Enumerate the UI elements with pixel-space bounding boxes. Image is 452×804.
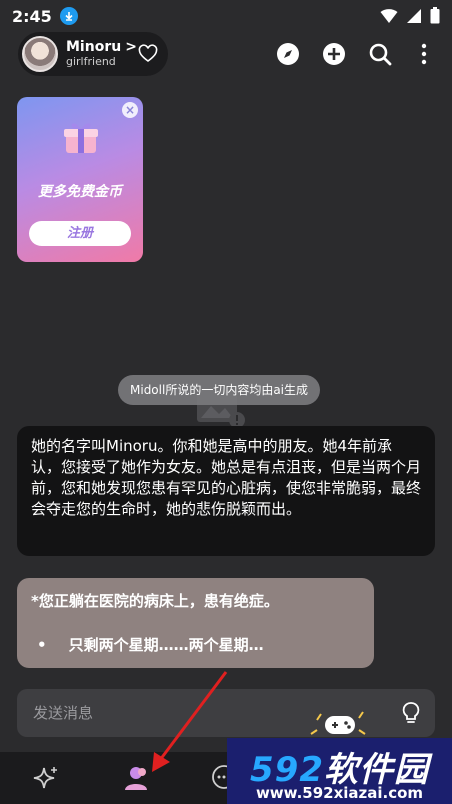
heart-icon[interactable] xyxy=(138,44,158,64)
status-icons xyxy=(380,7,440,24)
gift-icon xyxy=(64,123,98,153)
character-message-bubble: *您正躺在医院的病床上，患有绝症。 • 只剩两个星期……两个星期… xyxy=(17,578,374,668)
chat-header: Minoru > girlfriend xyxy=(0,32,452,78)
sparkle-icon[interactable] xyxy=(32,764,60,792)
search-icon[interactable] xyxy=(368,42,392,66)
more-icon[interactable] xyxy=(412,42,436,66)
site-watermark: 592软件园 www.592xiazai.com xyxy=(227,738,452,804)
chevron-right-icon: > xyxy=(125,39,137,56)
battery-icon xyxy=(430,7,440,24)
watermark-url: www.592xiazai.com xyxy=(255,784,424,802)
message-input-placeholder: 发送消息 xyxy=(33,704,94,722)
close-icon[interactable]: × xyxy=(122,102,138,118)
character-name-label: Minoru xyxy=(66,39,122,56)
wifi-icon xyxy=(380,8,398,23)
status-bar: 2:45 xyxy=(0,0,452,32)
status-time: 2:45 xyxy=(12,6,52,26)
message-list-item: • 只剩两个星期……两个星期… xyxy=(31,634,360,656)
signal-icon xyxy=(407,8,421,23)
download-icon xyxy=(59,7,78,25)
lightbulb-icon[interactable] xyxy=(401,701,421,725)
profile-text: Minoru > girlfriend xyxy=(66,39,137,68)
message-line: *您正躺在医院的病床上，患有绝症。 xyxy=(31,592,279,610)
narration-message: 她的名字叫Minoru。你和她是高中的朋友。她4年前承认，您接受了她作为女友。她… xyxy=(17,426,435,556)
character-subtitle: girlfriend xyxy=(66,54,116,68)
message-line: 只剩两个星期……两个星期… xyxy=(68,636,264,654)
bullet: • xyxy=(37,636,47,654)
avatar[interactable] xyxy=(22,36,58,72)
promo-text: 更多免费金币 xyxy=(38,184,122,200)
gamepad-icon[interactable] xyxy=(307,708,367,738)
promo-card[interactable]: × 更多免费金币 注册 xyxy=(17,97,143,262)
register-button[interactable]: 注册 xyxy=(29,221,131,246)
character-name: Minoru > xyxy=(66,39,137,56)
annotation-arrow xyxy=(152,671,228,772)
character-profile-button[interactable]: Minoru > girlfriend xyxy=(18,32,168,76)
ai-disclaimer-toast: Midoll所说的一切内容均由ai生成 xyxy=(118,375,321,405)
compass-icon[interactable] xyxy=(276,42,300,66)
plus-icon[interactable] xyxy=(322,42,346,66)
